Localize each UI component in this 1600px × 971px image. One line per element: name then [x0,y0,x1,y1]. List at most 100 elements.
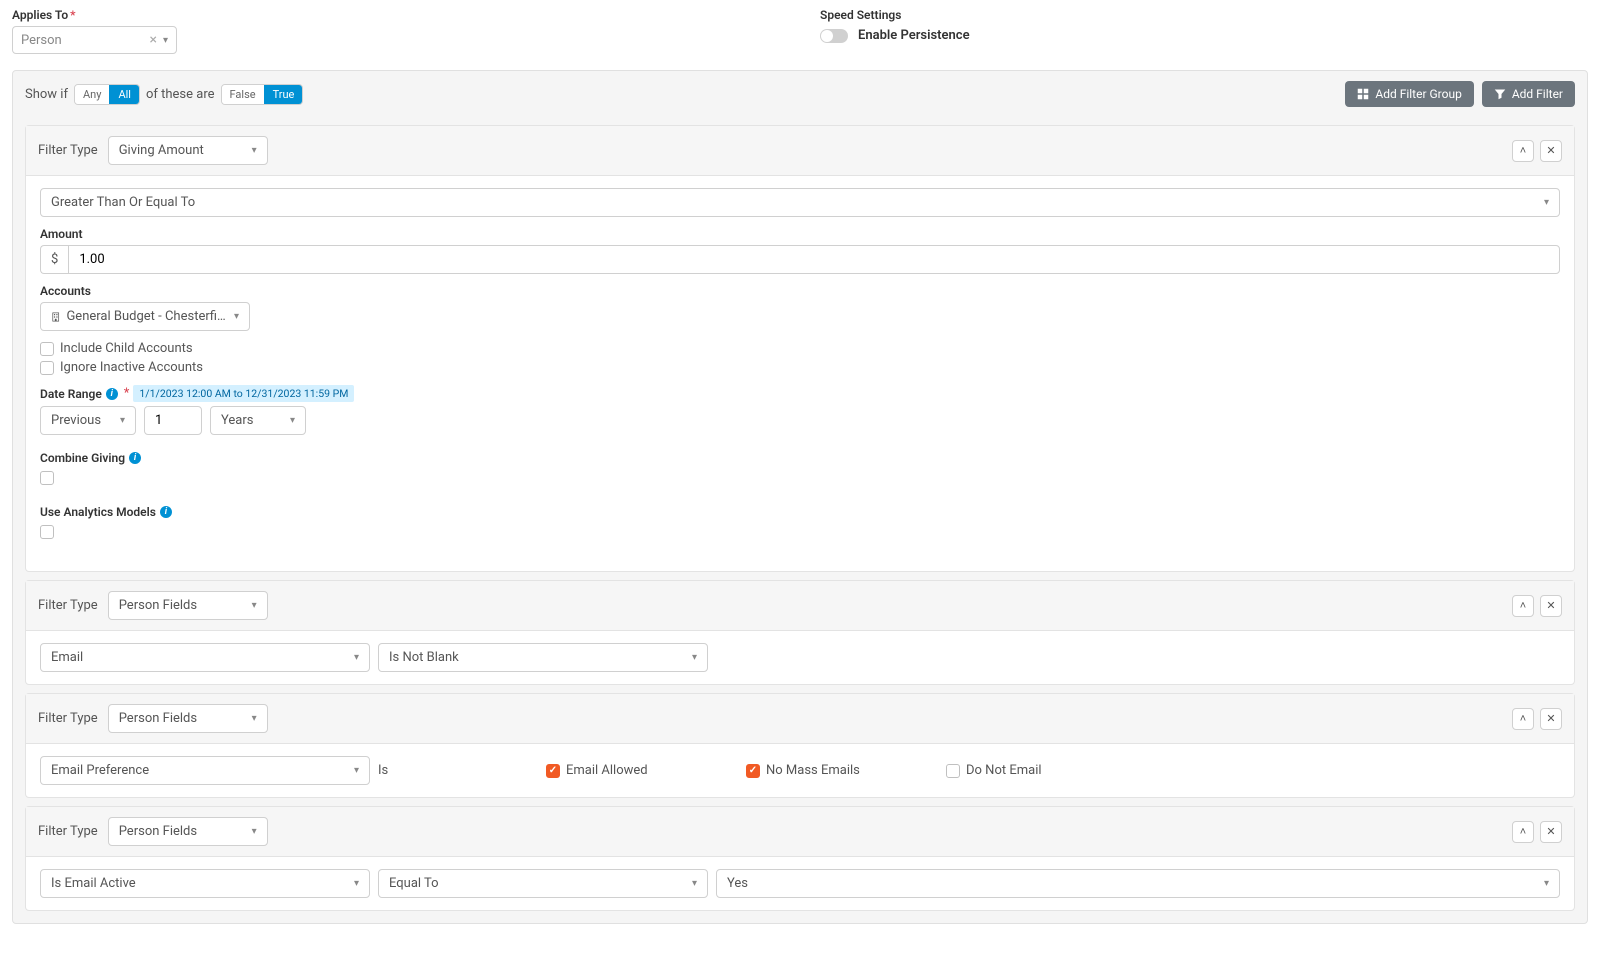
value-select[interactable]: Yes ▾ [716,869,1560,898]
true-pill[interactable]: True [264,85,303,104]
comparison-select[interactable]: Greater Than Or Equal To ▾ [40,188,1560,217]
date-range-number-input[interactable] [144,406,202,435]
chevron-down-icon: ▾ [120,415,125,426]
applies-to-value: Person [21,33,62,48]
applies-to-select[interactable]: Person × ▾ [12,26,177,54]
filter-type-label: Filter Type [38,598,98,613]
accounts-select[interactable]: General Budget - Chesterfield Atte... ▾ [40,302,250,331]
info-icon: i [129,452,141,464]
filter-section-is-email-active: Filter Type Person Fields ▾ ˄ ✕ Is Email… [25,806,1575,911]
collapse-button[interactable]: ˄ [1512,140,1534,162]
filter-section-email-preference: Filter Type Person Fields ▾ ˄ ✕ Email Pr… [25,693,1575,798]
chevron-down-icon: ▾ [252,713,257,724]
filter-type-label: Filter Type [38,824,98,839]
field-value: Email Preference [51,763,149,778]
date-range-type-value: Previous [51,413,101,428]
filter-section-email: Filter Type Person Fields ▾ ˄ ✕ Email ▾ … [25,580,1575,685]
do-not-email-label: Do Not Email [966,763,1042,778]
field-value: Email [51,650,83,665]
filter-type-select[interactable]: Person Fields ▾ [108,704,268,733]
use-analytics-checkbox[interactable] [40,525,54,539]
chevron-down-icon: ▾ [354,652,359,663]
do-not-email-checkbox[interactable] [946,764,960,778]
combine-giving-checkbox[interactable] [40,471,54,485]
comparison-value: Greater Than Or Equal To [51,195,195,210]
accounts-value: General Budget - Chesterfield Atte... [66,309,228,324]
add-filter-group-button[interactable]: Add Filter Group [1345,81,1473,107]
remove-filter-button[interactable]: ✕ [1540,140,1562,162]
chevron-down-icon: ▾ [290,415,295,426]
chevron-down-icon: ▾ [163,35,168,46]
condition-value: Is Not Blank [389,650,459,665]
filter-type-select[interactable]: Person Fields ▾ [108,591,268,620]
filter-section-giving-amount: Filter Type Giving Amount ▾ ˄ ✕ Greater … [25,125,1575,572]
field-select[interactable]: Is Email Active ▾ [40,869,370,898]
collapse-button[interactable]: ˄ [1512,821,1534,843]
info-icon: i [106,388,118,400]
remove-filter-button[interactable]: ✕ [1540,595,1562,617]
filter-type-value: Giving Amount [119,143,204,158]
chevron-down-icon: ▾ [234,311,239,322]
false-pill[interactable]: False [222,85,264,104]
enable-persistence-toggle[interactable] [820,29,848,43]
all-pill[interactable]: All [109,85,139,104]
date-range-type-select[interactable]: Previous ▾ [40,406,136,435]
required-indicator: * [124,386,130,401]
ignore-inactive-accounts-checkbox[interactable] [40,361,54,375]
combine-giving-label: Combine Giving [40,451,125,465]
building-icon [51,311,60,323]
include-child-accounts-label: Include Child Accounts [60,341,193,356]
value-value: Yes [727,876,748,891]
date-range-unit-select[interactable]: Years ▾ [210,406,306,435]
filter-type-label: Filter Type [38,143,98,158]
clear-icon[interactable]: × [149,32,156,48]
chevron-down-icon: ▾ [252,826,257,837]
condition-select[interactable]: Equal To ▾ [378,869,708,898]
filter-icon [1494,88,1506,100]
filter-type-label: Filter Type [38,711,98,726]
include-child-accounts-checkbox[interactable] [40,342,54,356]
date-range-unit-value: Years [221,413,253,428]
show-if-text: Show if [25,87,68,102]
filter-type-value: Person Fields [119,598,197,613]
true-false-toggle[interactable]: False True [221,84,304,105]
chevron-down-icon: ▾ [252,600,257,611]
condition-value: Equal To [389,876,439,891]
email-allowed-label: Email Allowed [566,763,648,778]
add-filter-button[interactable]: Add Filter [1482,81,1575,107]
chevron-down-icon: ▾ [692,652,697,663]
condition-select[interactable]: Is Not Blank ▾ [378,643,708,672]
field-value: Is Email Active [51,876,136,891]
chevron-down-icon: ▾ [354,765,359,776]
collapse-button[interactable]: ˄ [1512,595,1534,617]
of-these-text: of these are [146,87,215,102]
amount-input[interactable] [68,245,1560,274]
grid-icon [1357,88,1369,100]
ignore-inactive-accounts-label: Ignore Inactive Accounts [60,360,203,375]
remove-filter-button[interactable]: ✕ [1540,708,1562,730]
filter-type-select[interactable]: Person Fields ▾ [108,817,268,846]
email-allowed-checkbox[interactable] [546,764,560,778]
chevron-down-icon: ▾ [1544,878,1549,889]
date-range-number-value[interactable] [155,413,191,428]
field-select[interactable]: Email Preference ▾ [40,756,370,785]
filter-builder-container: Show if Any All of these are False True … [12,70,1588,924]
remove-filter-button[interactable]: ✕ [1540,821,1562,843]
filter-type-select[interactable]: Giving Amount ▾ [108,136,268,165]
collapse-button[interactable]: ˄ [1512,708,1534,730]
info-icon: i [160,506,172,518]
filter-type-value: Person Fields [119,711,197,726]
no-mass-emails-checkbox[interactable] [746,764,760,778]
chevron-down-icon: ▾ [252,145,257,156]
accounts-label: Accounts [40,284,1560,298]
chevron-down-icon: ▾ [1544,197,1549,208]
chevron-down-icon: ▾ [692,878,697,889]
amount-label: Amount [40,227,1560,241]
any-all-toggle[interactable]: Any All [74,84,140,105]
field-select[interactable]: Email ▾ [40,643,370,672]
filter-type-value: Person Fields [119,824,197,839]
chevron-down-icon: ▾ [354,878,359,889]
use-analytics-label: Use Analytics Models [40,505,156,519]
any-pill[interactable]: Any [75,85,109,104]
currency-prefix: $ [40,245,68,274]
